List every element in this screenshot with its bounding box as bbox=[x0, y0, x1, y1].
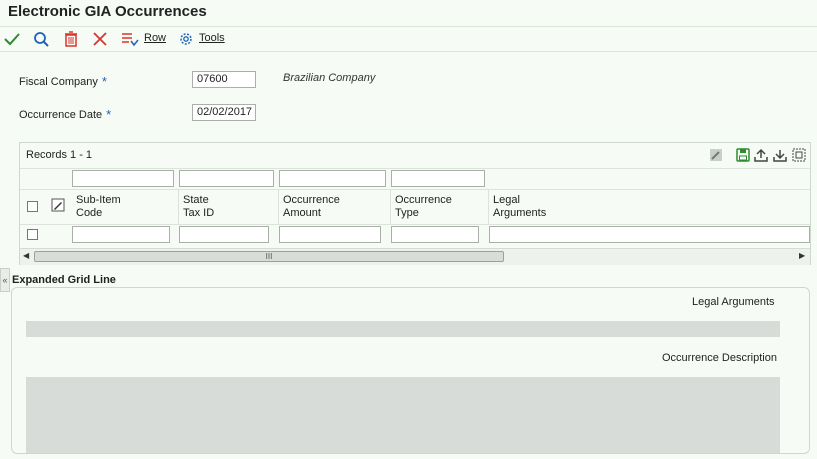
search-icon[interactable] bbox=[32, 30, 50, 48]
row-edit-icon bbox=[51, 198, 65, 212]
column-header-state-tax-id[interactable]: State Tax ID bbox=[179, 190, 279, 224]
column-header-line2: Amount bbox=[283, 207, 321, 219]
grid-panel: Records 1 - 1 Sub-Item Code State Tax ID… bbox=[19, 142, 811, 265]
save-grid-icon[interactable] bbox=[735, 147, 751, 163]
toolbar-divider bbox=[0, 51, 817, 52]
edit-grid-icon[interactable] bbox=[708, 147, 724, 163]
qbe-occurrence-amount-input[interactable] bbox=[279, 170, 386, 187]
legal-arguments-field[interactable] bbox=[26, 321, 780, 337]
legal-arguments-label: Legal Arguments bbox=[692, 296, 775, 308]
occurrence-description-field[interactable] bbox=[26, 377, 780, 453]
column-header-line2: Code bbox=[76, 207, 103, 219]
cancel-x-icon[interactable] bbox=[91, 30, 109, 48]
tools-gear-icon[interactable] bbox=[177, 30, 195, 48]
cell-legal-arguments[interactable] bbox=[489, 226, 810, 243]
occurrence-description-label: Occurrence Description bbox=[662, 352, 777, 364]
column-header-line1: Legal bbox=[493, 194, 520, 206]
column-header-line1: Occurrence bbox=[395, 194, 452, 206]
column-header-line1: Sub-Item bbox=[76, 194, 121, 206]
title-divider bbox=[0, 26, 817, 27]
horizontal-scrollbar[interactable]: ◀ III ▶ bbox=[20, 248, 810, 265]
scroll-left-arrow-icon[interactable]: ◀ bbox=[23, 251, 29, 260]
collapse-panel-icon[interactable]: « bbox=[0, 268, 10, 292]
cell-state-tax-id[interactable] bbox=[179, 226, 269, 243]
column-header-line1: Occurrence bbox=[283, 194, 340, 206]
qbe-state-tax-id-input[interactable] bbox=[179, 170, 274, 187]
expanded-grid-line-title: Expanded Grid Line bbox=[12, 274, 116, 286]
required-marker: * bbox=[101, 74, 107, 89]
required-marker: * bbox=[106, 107, 112, 122]
grid-header-bar bbox=[20, 143, 810, 169]
cell-occurrence-type[interactable] bbox=[391, 226, 479, 243]
column-header-line2: Arguments bbox=[493, 207, 547, 219]
records-count: Records 1 - 1 bbox=[26, 149, 93, 161]
import-icon[interactable] bbox=[772, 147, 788, 163]
row-menu-icon[interactable] bbox=[121, 30, 139, 48]
occurrence-date-input[interactable]: 02/02/2017 bbox=[192, 104, 256, 121]
cell-sub-item-code[interactable] bbox=[72, 226, 170, 243]
column-header-legal-arguments[interactable]: Legal Arguments bbox=[489, 190, 810, 224]
delete-trash-icon[interactable] bbox=[62, 30, 80, 48]
fiscal-company-description: Brazilian Company bbox=[283, 72, 376, 84]
qbe-sub-item-code-input[interactable] bbox=[72, 170, 174, 187]
page-title: Electronic GIA Occurrences bbox=[8, 3, 207, 20]
scroll-right-arrow-icon[interactable]: ▶ bbox=[799, 251, 805, 260]
qbe-occurrence-type-input[interactable] bbox=[391, 170, 485, 187]
column-header-sub-item-code[interactable]: Sub-Item Code bbox=[72, 190, 179, 224]
select-all-checkbox[interactable] bbox=[27, 201, 38, 212]
scrollbar-thumb[interactable]: III bbox=[34, 251, 504, 262]
tools-menu-label: Tools bbox=[199, 32, 225, 44]
cell-occurrence-amount[interactable] bbox=[279, 226, 381, 243]
column-header-line2: Type bbox=[395, 207, 419, 219]
row-select-checkbox[interactable] bbox=[27, 229, 38, 240]
column-header-line1: State bbox=[183, 194, 209, 206]
column-header-occurrence-type[interactable]: Occurrence Type bbox=[391, 190, 489, 224]
grid-format-icon[interactable] bbox=[791, 147, 807, 163]
column-header-line2: Tax ID bbox=[183, 207, 215, 219]
row-menu-label: Row bbox=[144, 32, 167, 44]
scrollbar-grip: III bbox=[265, 252, 273, 261]
occurrence-date-label: Occurrence Date * bbox=[19, 107, 112, 122]
grid-divider bbox=[20, 224, 810, 225]
fiscal-company-input[interactable]: 07600 bbox=[192, 71, 256, 88]
export-icon[interactable] bbox=[753, 147, 769, 163]
row-menu-button[interactable]: Row bbox=[144, 32, 166, 44]
expanded-grid-line-panel: Legal Arguments Occurrence Description bbox=[11, 287, 810, 454]
column-header-occurrence-amount[interactable]: Occurrence Amount bbox=[279, 190, 391, 224]
tools-menu-button[interactable]: Tools bbox=[199, 32, 225, 44]
fiscal-company-label: Fiscal Company * bbox=[19, 74, 107, 89]
ok-check-icon[interactable] bbox=[3, 30, 21, 48]
